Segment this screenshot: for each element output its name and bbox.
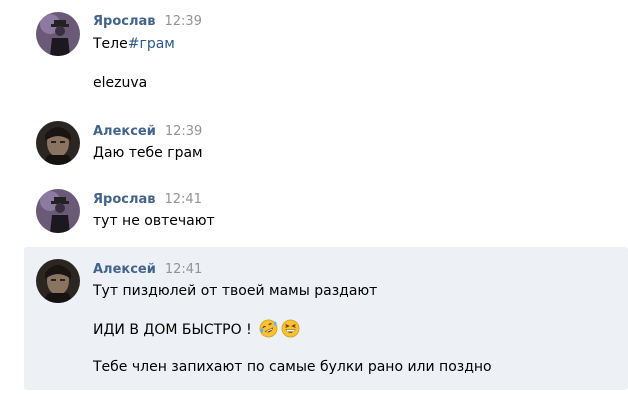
message-group: Ярослав 12:41 тут не овтечают — [0, 180, 628, 246]
message-text: Тут пиздюлей от твоей мамы раздают — [93, 283, 378, 299]
message-text: Теле#грам — [93, 36, 175, 52]
hashtag-link[interactable]: #грам — [128, 36, 175, 52]
message-group: Алексей 12:39 Даю тебе грам — [0, 112, 628, 180]
message-time[interactable]: 12:39 — [165, 124, 202, 139]
avatar[interactable] — [36, 189, 80, 233]
message-header: Алексей 12:41 — [93, 262, 202, 277]
message-text-part: ИДИ В ДОМ БЫСТРО ! — [93, 322, 252, 338]
message-time[interactable]: 12:41 — [165, 262, 202, 277]
message-text-part: Теле — [93, 36, 128, 52]
message-group: Ярослав 12:39 Теле#грам elezuva — [0, 0, 628, 112]
message-time[interactable]: 12:41 — [164, 192, 201, 207]
message-text: тут не овтечают — [93, 213, 215, 229]
message-text: elezuva — [93, 75, 148, 91]
message-header: Алексей 12:39 — [93, 124, 202, 139]
message-time[interactable]: 12:39 — [164, 14, 201, 29]
author-name[interactable]: Ярослав — [93, 192, 155, 207]
message-text: ИДИ В ДОМ БЫСТРО ! — [93, 319, 300, 342]
message-text: Тебе член запихают по самые булки рано и… — [93, 359, 492, 375]
avatar[interactable] — [36, 12, 80, 56]
avatar[interactable] — [36, 121, 80, 165]
message-text: Даю тебе грам — [93, 145, 203, 161]
rolling-on-floor-laughing-icon — [259, 319, 278, 342]
chat-history: Ярослав 12:39 Теле#грам elezuva Алексей … — [0, 0, 628, 412]
author-name[interactable]: Ярослав — [93, 14, 155, 29]
grinning-squinting-face-icon — [281, 319, 300, 342]
message-header: Ярослав 12:39 — [93, 14, 202, 29]
author-name[interactable]: Алексей — [93, 262, 156, 277]
message-header: Ярослав 12:41 — [93, 192, 202, 207]
author-name[interactable]: Алексей — [93, 124, 156, 139]
message-group-highlighted: Алексей 12:41 Тут пиздюлей от твоей мамы… — [24, 247, 628, 390]
avatar[interactable] — [36, 259, 80, 303]
